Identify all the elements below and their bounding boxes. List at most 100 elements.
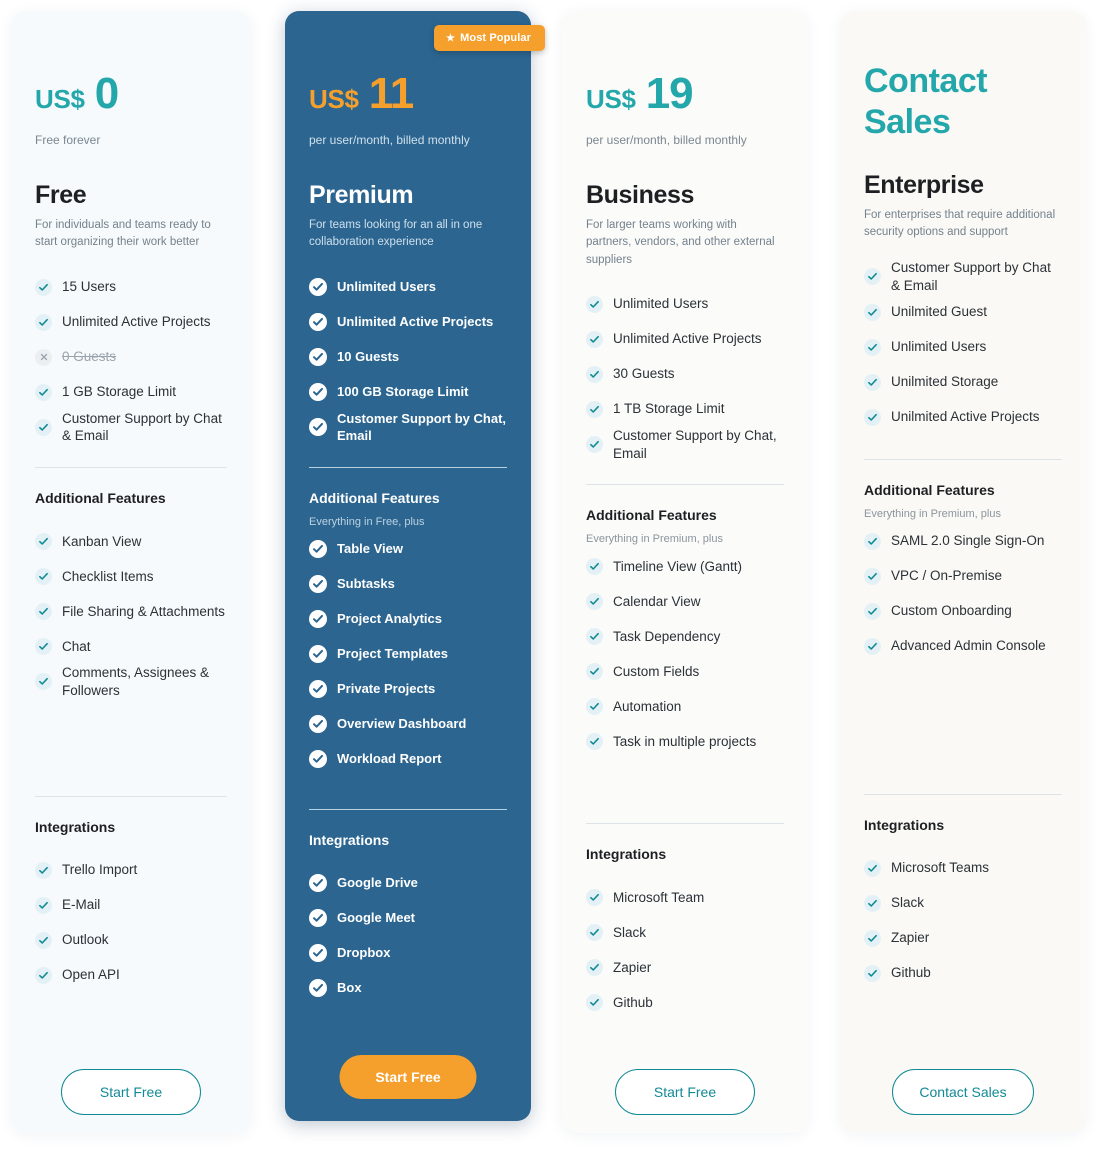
feature-label: Github — [613, 994, 653, 1010]
feature-item: Microsoft Team — [586, 880, 784, 915]
feature-item: 15 Users — [35, 270, 227, 305]
feature-item: Private Projects — [309, 672, 507, 707]
feature-label: Microsoft Teams — [891, 860, 990, 876]
feature-label: Google Drive — [337, 875, 418, 891]
most-popular-badge: ★ Most Popular — [434, 25, 545, 51]
check-icon — [35, 383, 52, 401]
check-icon — [309, 383, 327, 401]
feature-list-additional: Kanban View Checklist Items File Sharing &… — [35, 524, 227, 700]
feature-label: Timeline View (Gantt) — [613, 558, 743, 574]
check-icon — [586, 330, 603, 348]
feature-label: Project Analytics — [337, 611, 443, 627]
feature-item: SAML 2.0 Single Sign-On — [864, 524, 1062, 559]
feature-item: Unilmited Guest — [864, 295, 1062, 330]
check-icon — [35, 638, 52, 656]
feature-label: Google Meet — [337, 910, 416, 926]
feature-item: Microsoft Teams — [864, 851, 1062, 886]
plan-card-enterprise: Contact Sales Enterprise For enterprises… — [840, 11, 1086, 1133]
feature-item: Google Drive — [309, 866, 507, 901]
feature-item: Table View — [309, 532, 507, 567]
feature-item: 30 Guests — [586, 357, 784, 392]
feature-item: VPC / On-Premise — [864, 559, 1062, 594]
feature-label: Trello Import — [62, 862, 138, 878]
divider — [586, 823, 784, 825]
star-icon: ★ — [446, 33, 456, 44]
check-icon — [309, 610, 327, 628]
check-icon — [35, 966, 52, 984]
feature-label: Task Dependency — [613, 628, 721, 644]
divider — [35, 795, 227, 797]
feature-item: Zapier — [586, 950, 784, 985]
feature-label: 100 GB Storage Limit — [337, 384, 469, 400]
section-title-additional-features: Additional Features — [35, 490, 166, 507]
feature-label: Unilmited Active Projects — [891, 409, 1040, 425]
feature-item: Github — [586, 985, 784, 1020]
check-icon — [309, 313, 327, 331]
feature-item: Calendar View — [586, 584, 784, 619]
plan-card-business: US$ 19 per user/month, billed monthly Bu… — [562, 11, 808, 1133]
section-subtitle: Everything in Premium, plus — [586, 533, 723, 546]
feature-item: 0 Guests — [35, 340, 227, 375]
check-icon — [309, 909, 327, 927]
check-icon — [864, 602, 881, 620]
feature-item: File Sharing & Attachments — [35, 594, 227, 629]
feature-label: Custom Onboarding — [891, 603, 1012, 619]
feature-item: Unilmited Storage — [864, 365, 1062, 400]
check-icon — [35, 313, 52, 331]
check-icon — [586, 593, 603, 611]
feature-item: Customer Support by Chat, Email — [586, 427, 784, 463]
feature-label: Unlimited Users — [891, 339, 987, 355]
feature-label: Github — [891, 965, 931, 981]
feature-list-integrations: Microsoft Team Slack Zapier Github — [586, 880, 784, 1020]
feature-label: Slack — [613, 924, 647, 940]
feature-label: Private Projects — [337, 681, 436, 697]
cta-button-free[interactable]: Start Free — [61, 1069, 201, 1115]
check-icon — [35, 533, 52, 551]
feature-item: Kanban View — [35, 524, 227, 559]
feature-label: Calendar View — [613, 593, 701, 609]
feature-item: Unlimited Users — [586, 287, 784, 322]
price-business: US$ 19 — [586, 69, 784, 119]
feature-item: Customer Support by Chat & Email — [35, 410, 227, 446]
feature-item: 1 GB Storage Limit — [35, 375, 227, 410]
cta-button-premium[interactable]: Start Free — [339, 1055, 477, 1099]
feature-item: Comments, Assignees & Followers — [35, 664, 227, 700]
check-icon — [35, 861, 52, 879]
feature-label: Customer Support by Chat & Email — [62, 410, 222, 444]
feature-list-core: 15 Users Unlimited Active Projects 0 Guest… — [35, 270, 227, 446]
check-icon — [864, 303, 881, 321]
feature-list-additional: SAML 2.0 Single Sign-On VPC / On-Premise C… — [864, 524, 1062, 664]
feature-label: Advanced Admin Console — [891, 638, 1046, 654]
feature-item: Github — [864, 956, 1062, 991]
section-title-additional-features: Additional Features — [309, 489, 440, 506]
check-icon — [864, 532, 881, 550]
plan-card-premium: ★ Most Popular US$ 11 per user/month, bil… — [285, 11, 545, 1121]
plan-description: For larger teams working with partners, … — [586, 219, 775, 266]
feature-item: Workload Report — [309, 742, 507, 777]
feature-item: 10 Guests — [309, 340, 507, 375]
check-icon — [309, 575, 327, 593]
price-currency: US$ — [586, 84, 636, 114]
feature-label: Overview Dashboard — [337, 716, 467, 732]
cta-button-business[interactable]: Start Free — [615, 1069, 755, 1115]
check-icon — [309, 348, 327, 366]
feature-label: Box — [337, 980, 362, 996]
feature-item: Overview Dashboard — [309, 707, 507, 742]
check-icon — [309, 750, 327, 768]
check-icon — [586, 924, 603, 942]
check-icon — [309, 874, 327, 892]
feature-item: 100 GB Storage Limit — [309, 375, 507, 410]
price-currency: US$ — [309, 84, 359, 114]
feature-label: Zapier — [613, 959, 652, 975]
feature-label: 10 Guests — [337, 349, 400, 365]
section-title-additional-features: Additional Features — [864, 481, 995, 498]
cta-button-enterprise[interactable]: Contact Sales — [892, 1069, 1034, 1115]
feature-item: Customer Support by Chat, Email — [309, 410, 507, 445]
divider — [586, 484, 784, 486]
feature-label: Unlimited Active Projects — [62, 314, 211, 330]
feature-label: 0 Guests — [62, 349, 117, 365]
feature-label: Unlimited Active Projects — [613, 331, 762, 347]
check-icon — [586, 889, 603, 907]
feature-label: Slack — [891, 895, 925, 911]
feature-label: Checklist Items — [62, 568, 154, 584]
